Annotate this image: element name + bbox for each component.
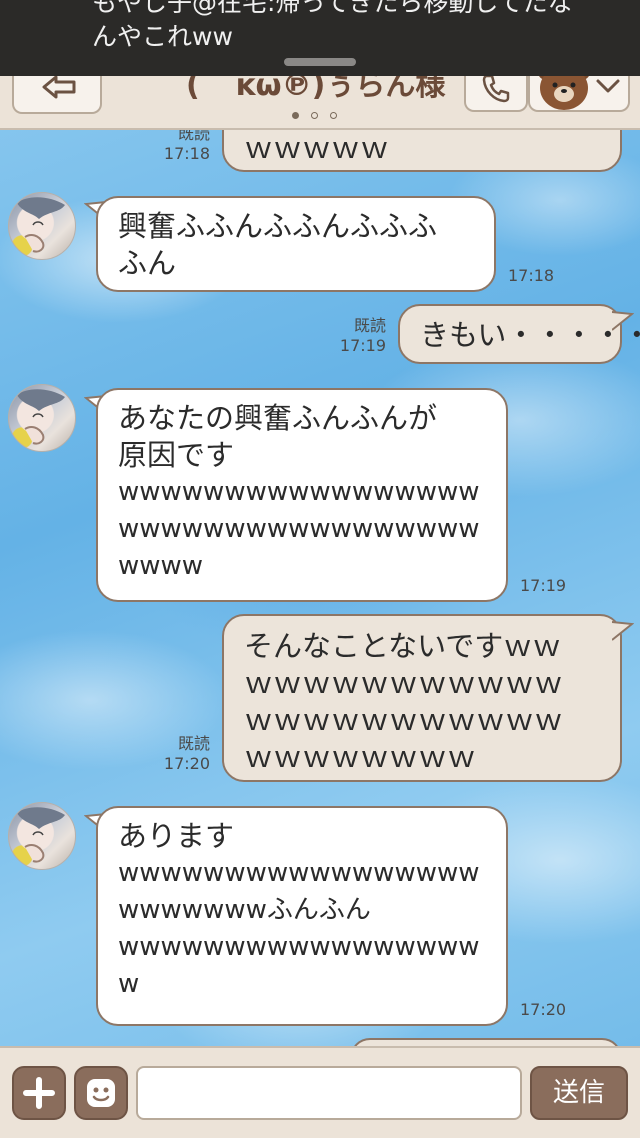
message-time: 17:19 — [339, 336, 386, 355]
message-text: きもい・・・・・ — [420, 318, 640, 352]
page-dot — [311, 112, 318, 119]
input-bar: 送信 — [0, 1046, 640, 1138]
call-button[interactable] — [464, 70, 528, 112]
message-text: wwwwwwwふんふん — [118, 895, 371, 925]
notification-handle[interactable] — [284, 58, 356, 66]
message-text: あなたの興奮ふんふんが — [118, 401, 438, 435]
message-meta: 既読 17:18 — [150, 124, 210, 164]
sticker-button[interactable] — [74, 1066, 128, 1120]
message-text: wwwwwwwwwwwwwwwww — [118, 514, 480, 544]
menu-button[interactable] — [528, 64, 630, 112]
message-bubble-theirs[interactable]: 興奮ふふんふふんふふふ ふん — [96, 196, 496, 292]
notification-text: もやし子@在宅:帰ってきたら移動してたな んやこれww — [92, 0, 573, 51]
page-dot — [330, 112, 337, 119]
message-text: そんなことないですｗｗ — [244, 629, 562, 663]
message-text: wwwwwwwwwwwwwwwww — [118, 477, 480, 507]
bubble-tail — [612, 621, 634, 641]
avatar[interactable] — [8, 192, 76, 260]
chat-header: ( ˘ ᴋω℗)ぅらん様 — [0, 64, 640, 130]
back-button[interactable] — [12, 70, 102, 114]
avatar-image — [11, 197, 65, 257]
back-arrow-icon — [42, 75, 76, 99]
message-text: wwww — [118, 551, 204, 581]
read-status: 既読 — [353, 316, 386, 335]
message-text: ｗｗｗｗｗｗｗｗｗｗｗ — [244, 703, 564, 737]
message-text: wwwwwwwwwwwwwwwww — [118, 932, 480, 962]
message-input[interactable] — [136, 1066, 522, 1120]
message-bubble-mine[interactable]: きもい・・・・・ — [398, 304, 640, 364]
message-meta: 既読 17:20 — [150, 734, 210, 774]
smiley-icon — [87, 1079, 115, 1107]
message-text: ｗｗｗｗｗ — [244, 131, 390, 165]
message-meta: 既読 17:19 — [326, 316, 386, 356]
message-text: w — [118, 969, 140, 999]
avatar-image — [11, 389, 65, 449]
message-bubble-theirs[interactable]: あります wwwwwwwwwwwwwwwww wwwwwwwふんふん wwwww… — [96, 806, 508, 1026]
message-text: 興奮ふふんふふんふふふ — [118, 209, 438, 243]
message-time: 17:20 — [520, 1000, 567, 1019]
page-indicator — [292, 104, 349, 123]
message-text: あります — [118, 819, 235, 853]
message-text: wwwwwwwwwwwwwwwww — [118, 858, 480, 888]
read-status: 既読 — [177, 734, 210, 753]
message-text: ｗｗｗｗｗｗｗｗｗｗｗ — [244, 666, 564, 700]
avatar[interactable] — [8, 384, 76, 452]
message-time: 17:18 — [508, 266, 555, 285]
notification-banner[interactable]: もやし子@在宅:帰ってきたら移動してたな んやこれww — [0, 0, 640, 76]
page-dot-active — [292, 112, 299, 119]
message-time: 17:18 — [163, 144, 210, 163]
bubble-tail — [612, 311, 634, 331]
message-text: ふん — [118, 246, 177, 280]
add-button[interactable] — [12, 1066, 66, 1120]
message-time: 17:20 — [163, 754, 210, 773]
message-text: ｗｗｗｗｗｗｗｗ — [244, 740, 477, 774]
avatar[interactable] — [8, 802, 76, 870]
message-bubble-theirs[interactable]: あなたの興奮ふんふんが 原因です wwwwwwwwwwwwwwwww wwwww… — [96, 388, 508, 602]
message-text: 原因です — [118, 438, 235, 472]
phone-icon — [482, 74, 510, 103]
send-button[interactable]: 送信 — [530, 1066, 628, 1120]
chevron-down-icon — [596, 79, 620, 93]
plus-icon — [23, 1077, 55, 1109]
message-bubble-mine[interactable]: そんなことないですｗｗ ｗｗｗｗｗｗｗｗｗｗｗ ｗｗｗｗｗｗｗｗｗｗｗ ｗｗｗｗ… — [222, 614, 622, 782]
avatar-image — [11, 807, 65, 867]
message-time: 17:19 — [520, 576, 567, 595]
